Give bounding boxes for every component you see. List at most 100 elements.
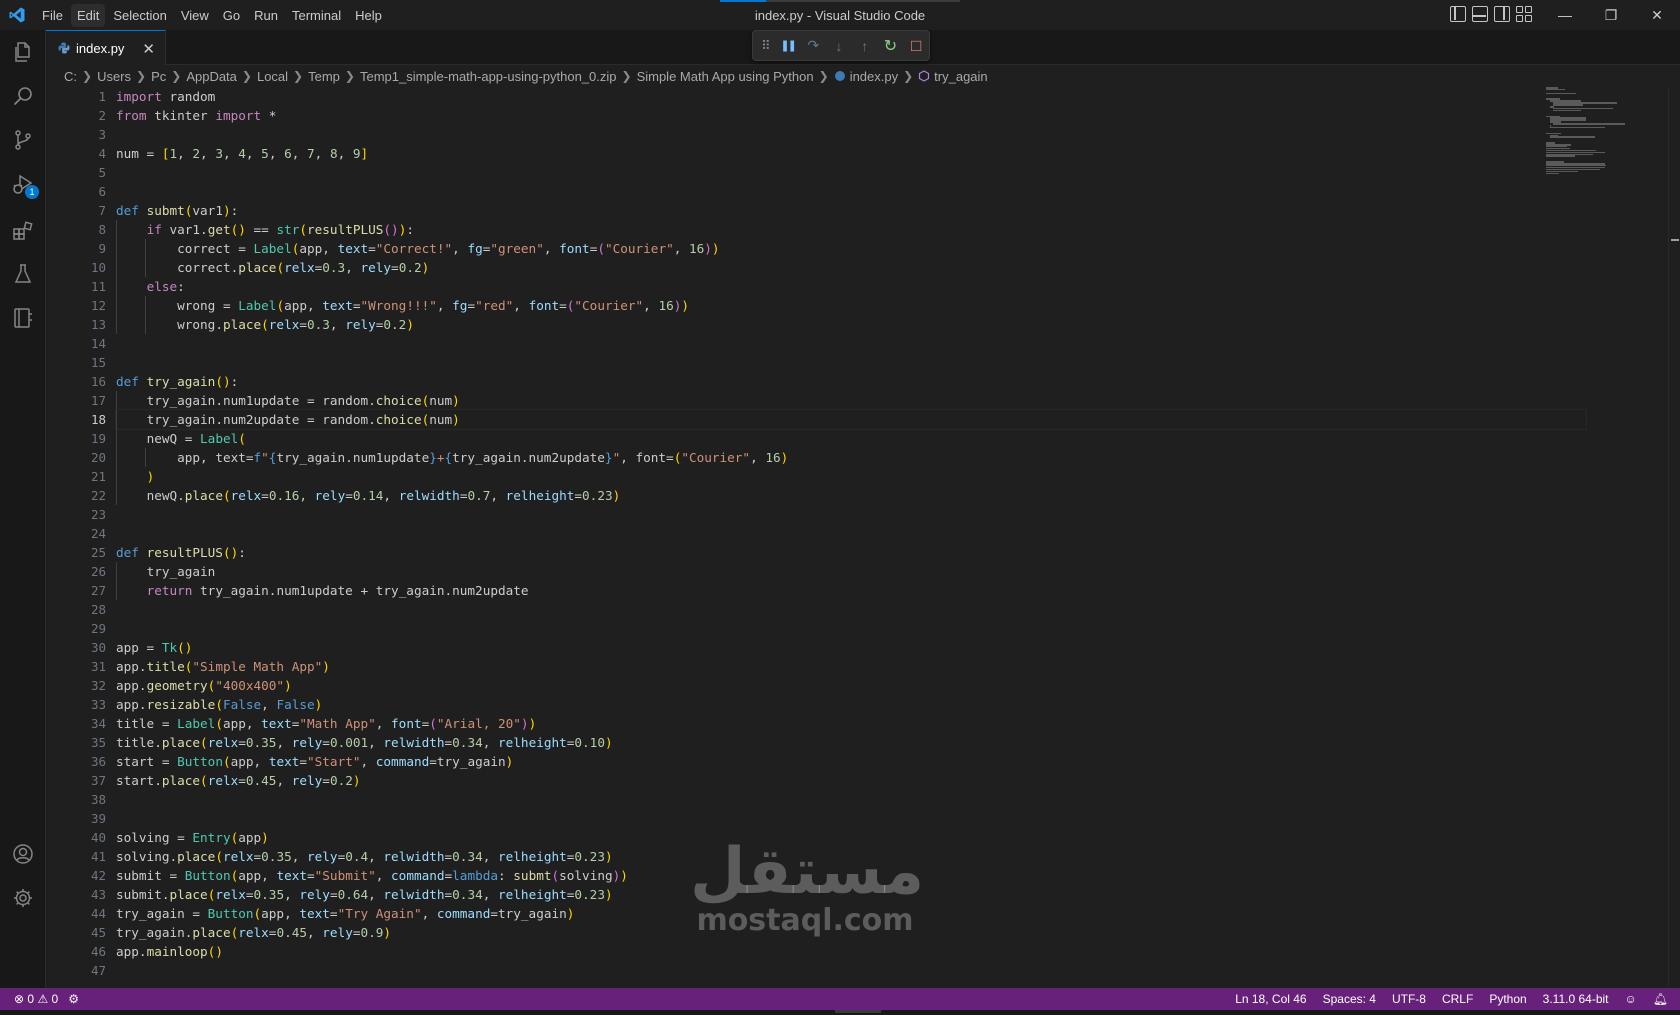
code-line[interactable]: try_again.num1update = random.choice(num… xyxy=(116,391,1586,410)
line-number[interactable]: 21 xyxy=(46,467,126,486)
code-line[interactable]: import random xyxy=(116,87,1586,106)
line-number[interactable]: 11 xyxy=(46,277,126,296)
breadcrumb-segment[interactable]: Temp xyxy=(308,69,340,84)
line-number[interactable]: 19 xyxy=(46,429,126,448)
toggle-secondary-sidebar-icon[interactable] xyxy=(1494,6,1510,22)
copilot-icon[interactable]: ☺ xyxy=(1625,992,1637,1006)
code-line[interactable]: newQ = Label( xyxy=(116,429,1586,448)
tab-index-py[interactable]: index.py ✕ xyxy=(46,30,166,65)
line-number[interactable]: 31 xyxy=(46,657,126,676)
line-number[interactable]: 27 xyxy=(46,581,126,600)
line-number[interactable]: 46 xyxy=(46,942,126,961)
code-line[interactable]: from tkinter import * xyxy=(116,106,1586,125)
breadcrumb-segment[interactable]: AppData xyxy=(186,69,237,84)
accounts-icon[interactable] xyxy=(11,842,35,866)
line-number[interactable]: 18 xyxy=(46,410,126,429)
line-number[interactable]: 9 xyxy=(46,239,126,258)
problems-indicator[interactable]: ⊗ 0 ⚠ 0 xyxy=(14,992,58,1006)
line-number[interactable]: 14 xyxy=(46,334,126,353)
code-line[interactable]: correct = Label(app, text="Correct!", fg… xyxy=(116,239,1586,258)
cursor-position[interactable]: Ln 18, Col 46 xyxy=(1235,992,1306,1006)
line-number[interactable]: 24 xyxy=(46,524,126,543)
code-line[interactable]: start.place(relx=0.45, rely=0.2) xyxy=(116,771,1586,790)
line-number[interactable]: 41 xyxy=(46,847,126,866)
line-number[interactable]: 12 xyxy=(46,296,126,315)
tab-close-icon[interactable]: ✕ xyxy=(142,40,155,58)
code-line[interactable] xyxy=(116,600,1586,619)
breadcrumb-segment[interactable]: Users xyxy=(97,69,131,84)
menu-edit[interactable]: Edit xyxy=(70,3,106,27)
code-line[interactable]: return try_again.num1update + try_again.… xyxy=(116,581,1586,600)
code-line[interactable]: app.title("Simple Math App") xyxy=(116,657,1586,676)
line-number[interactable]: 5 xyxy=(46,163,126,182)
menu-terminal[interactable]: Terminal xyxy=(286,4,347,27)
menu-view[interactable]: View xyxy=(175,4,215,27)
line-number[interactable]: 23 xyxy=(46,505,126,524)
code-line[interactable]: app.geometry("400x400") xyxy=(116,676,1586,695)
code-line[interactable]: if var1.get() == str(resultPLUS()): xyxy=(116,220,1586,239)
code-line[interactable] xyxy=(116,809,1586,828)
code-line[interactable]: correct.place(relx=0.3, rely=0.2) xyxy=(116,258,1586,277)
line-number[interactable]: 35 xyxy=(46,733,126,752)
code-line[interactable]: def resultPLUS(): xyxy=(116,543,1586,562)
vertical-scrollbar[interactable] xyxy=(1668,87,1680,987)
search-icon[interactable] xyxy=(11,84,35,108)
line-number[interactable]: 22 xyxy=(46,486,126,505)
code-line[interactable]: num = [1, 2, 3, 4, 5, 6, 7, 8, 9] xyxy=(116,144,1586,163)
language-mode[interactable]: Python xyxy=(1489,992,1526,1006)
step-into-icon[interactable]: ↓ xyxy=(826,34,852,58)
python-interpreter[interactable]: 3.11.0 64-bit xyxy=(1543,992,1609,1006)
line-number[interactable]: 43 xyxy=(46,885,126,904)
breadcrumb-segment[interactable]: try_again xyxy=(934,69,987,84)
line-number[interactable]: 29 xyxy=(46,619,126,638)
toggle-primary-sidebar-icon[interactable] xyxy=(1450,6,1466,22)
explorer-icon[interactable] xyxy=(11,40,35,64)
extensions-icon[interactable] xyxy=(11,218,35,242)
breadcrumb-segment[interactable]: Local xyxy=(257,69,288,84)
step-over-icon[interactable]: ↷ xyxy=(801,34,827,58)
code-line[interactable]: def try_again(): xyxy=(116,372,1586,391)
code-line[interactable]: newQ.place(relx=0.16, rely=0.14, relwidt… xyxy=(116,486,1586,505)
line-number[interactable]: 26 xyxy=(46,562,126,581)
menu-go[interactable]: Go xyxy=(217,4,246,27)
pause-icon[interactable]: ❚❚ xyxy=(775,34,801,58)
code-line[interactable] xyxy=(116,163,1586,182)
code-line[interactable]: app, text=f"{try_again.num1update}+{try_… xyxy=(116,448,1586,467)
line-number[interactable]: 33 xyxy=(46,695,126,714)
line-number[interactable]: 25 xyxy=(46,543,126,562)
line-number[interactable]: 16 xyxy=(46,372,126,391)
line-number[interactable]: 17 xyxy=(46,391,126,410)
line-number[interactable]: 44 xyxy=(46,904,126,923)
minimize-button[interactable]: — xyxy=(1542,0,1588,30)
line-number[interactable]: 7 xyxy=(46,201,126,220)
code-line[interactable]: app.resizable(False, False) xyxy=(116,695,1586,714)
restart-icon[interactable]: ↻ xyxy=(878,34,904,58)
notifications-bell-icon[interactable]: 🔔︎ xyxy=(1653,992,1668,1006)
minimap[interactable] xyxy=(1546,87,1656,177)
line-number[interactable]: 37 xyxy=(46,771,126,790)
code-line[interactable]: else: xyxy=(116,277,1586,296)
breadcrumb-segment[interactable]: Temp1_simple-math-app-using-python_0.zip xyxy=(360,69,617,84)
code-line[interactable]: wrong.place(relx=0.3, rely=0.2) xyxy=(116,315,1586,334)
line-number[interactable]: 45 xyxy=(46,923,126,942)
line-number[interactable]: 47 xyxy=(46,961,126,980)
code-line[interactable]: wrong = Label(app, text="Wrong!!!", fg="… xyxy=(116,296,1586,315)
debug-status-icon[interactable]: ⚙ xyxy=(68,992,79,1006)
code-line[interactable]: start = Button(app, text="Start", comman… xyxy=(116,752,1586,771)
line-number[interactable]: 38 xyxy=(46,790,126,809)
line-number[interactable]: 13 xyxy=(46,315,126,334)
breadcrumb-segment[interactable]: index.py xyxy=(850,69,898,84)
code-line[interactable]: try_again xyxy=(116,562,1586,581)
code-line[interactable] xyxy=(116,353,1586,372)
line-number[interactable]: 2 xyxy=(46,106,126,125)
toggle-panel-icon[interactable] xyxy=(1472,6,1488,22)
line-number[interactable]: 42 xyxy=(46,866,126,885)
breadcrumb-segment[interactable]: C: xyxy=(64,69,77,84)
close-window-button[interactable]: ✕ xyxy=(1634,0,1680,30)
customize-layout-icon[interactable] xyxy=(1516,6,1532,22)
line-number[interactable]: 20 xyxy=(46,448,126,467)
menu-run[interactable]: Run xyxy=(248,4,284,27)
line-number[interactable]: 4 xyxy=(46,144,126,163)
code-line[interactable] xyxy=(116,125,1586,144)
line-number[interactable]: 15 xyxy=(46,353,126,372)
